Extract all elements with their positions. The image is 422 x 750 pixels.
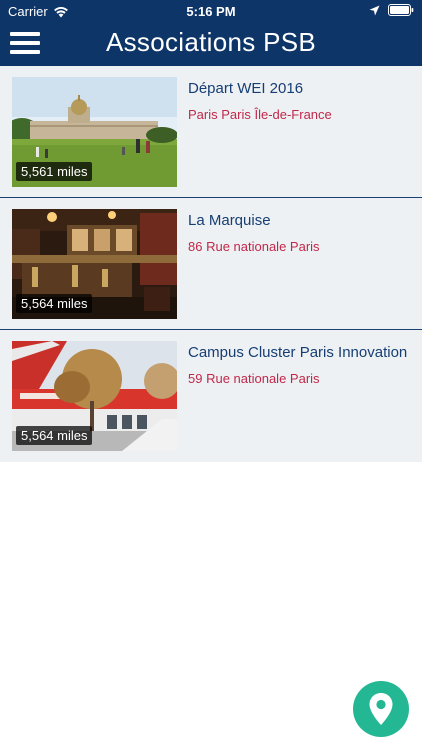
item-info: Campus Cluster Paris Innovation 59 Rue n… (188, 344, 414, 386)
page-title: Associations PSB (105, 27, 316, 57)
item-thumbnail: 5,564 miles (12, 209, 177, 319)
item-title: Départ WEI 2016 (188, 80, 304, 97)
item-info: Départ WEI 2016 Paris Paris Île-de-Franc… (188, 80, 414, 122)
status-right-group (369, 4, 414, 16)
item-address: 59 Rue nationale Paris (188, 371, 320, 386)
map-pin-icon (369, 693, 393, 725)
item-address: Paris Paris Île-de-France (188, 107, 332, 122)
item-title: La Marquise (188, 212, 271, 229)
list-item[interactable]: 5,564 miles La Marquise 86 Rue nationale… (0, 198, 422, 330)
list-item[interactable]: 5,561 miles Départ WEI 2016 Paris Paris … (0, 66, 422, 198)
navigation-bar: Associations PSB (0, 22, 422, 66)
status-time: 5:16 PM (186, 4, 236, 19)
location-arrow-icon (369, 5, 380, 15)
item-title: Campus Cluster Paris Innovation (188, 344, 408, 361)
list-item[interactable]: 5,564 miles Campus Cluster Paris Innovat… (0, 330, 422, 462)
distance-badge: 5,564 miles (16, 294, 93, 313)
item-info: La Marquise 86 Rue nationale Paris (188, 212, 414, 254)
status-bar: Carrier 5:16 PM (0, 0, 422, 22)
distance-badge: 5,561 miles (16, 162, 93, 181)
distance-badge: 5,564 miles (16, 426, 93, 445)
item-address: 86 Rue nationale Paris (188, 239, 320, 254)
map-button[interactable] (353, 681, 409, 737)
item-thumbnail: 5,561 miles (12, 77, 177, 187)
battery-icon (388, 4, 414, 16)
associations-list: 5,561 miles Départ WEI 2016 Paris Paris … (0, 66, 422, 462)
top-bar: Carrier 5:16 PM Associations PSB (0, 0, 422, 66)
item-thumbnail: 5,564 miles (12, 341, 177, 451)
